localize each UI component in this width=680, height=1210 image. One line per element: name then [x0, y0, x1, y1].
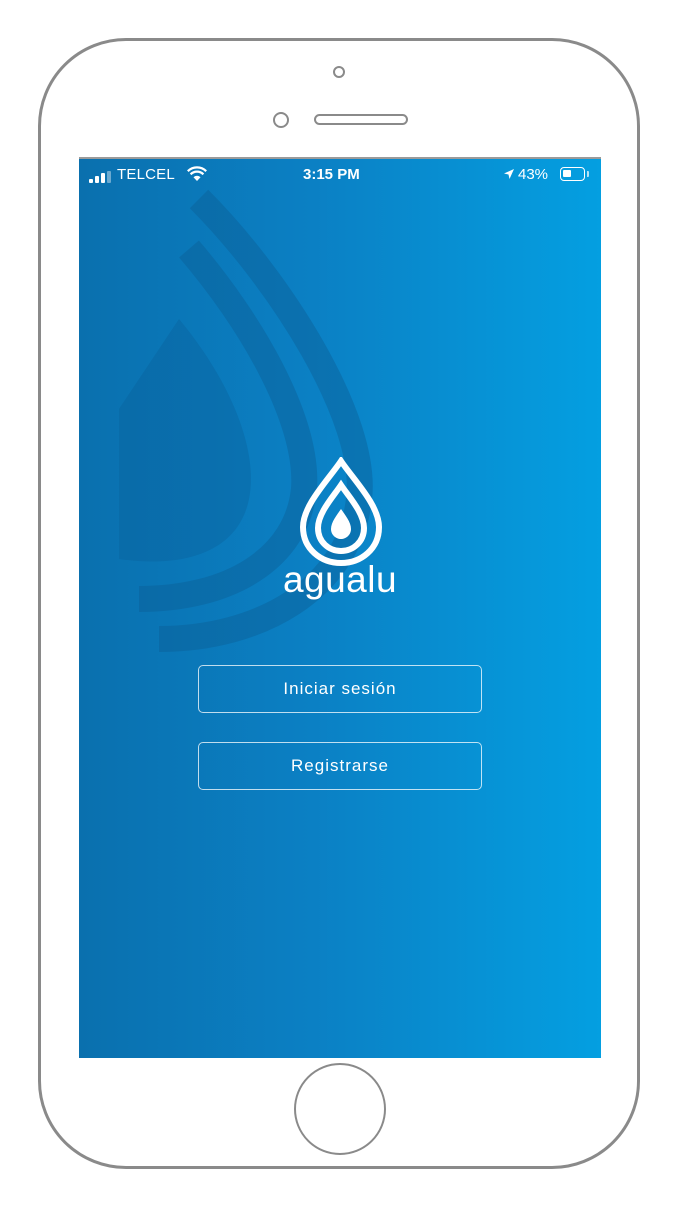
app-logo-text: agualu [282, 559, 398, 600]
battery-percentage: 43% [518, 166, 549, 183]
status-bar: TELCEL 3:15 PM 43% [79, 159, 601, 193]
signal-icon [89, 171, 113, 183]
home-button[interactable] [294, 1063, 386, 1155]
earpiece-speaker [314, 114, 408, 125]
login-button-label: Iniciar sesión [283, 679, 397, 698]
app-screen: TELCEL 3:15 PM 43% agualu Iniciar sesión… [79, 157, 601, 1058]
carrier-name: TELCEL [117, 166, 175, 183]
clock-time: 3:15 PM [303, 166, 360, 183]
register-button-label: Registrarse [291, 756, 389, 775]
battery-tip [587, 171, 589, 177]
front-camera [333, 66, 345, 78]
battery-icon [560, 167, 585, 181]
background-drop-watermark [119, 189, 373, 652]
proximity-sensor [273, 112, 289, 128]
battery-level-fill [563, 170, 571, 177]
location-arrow-icon [504, 169, 514, 179]
water-drop-icon [299, 457, 383, 567]
register-button[interactable]: Registrarse [198, 742, 482, 790]
wifi-icon [187, 166, 207, 181]
login-button[interactable]: Iniciar sesión [198, 665, 482, 713]
